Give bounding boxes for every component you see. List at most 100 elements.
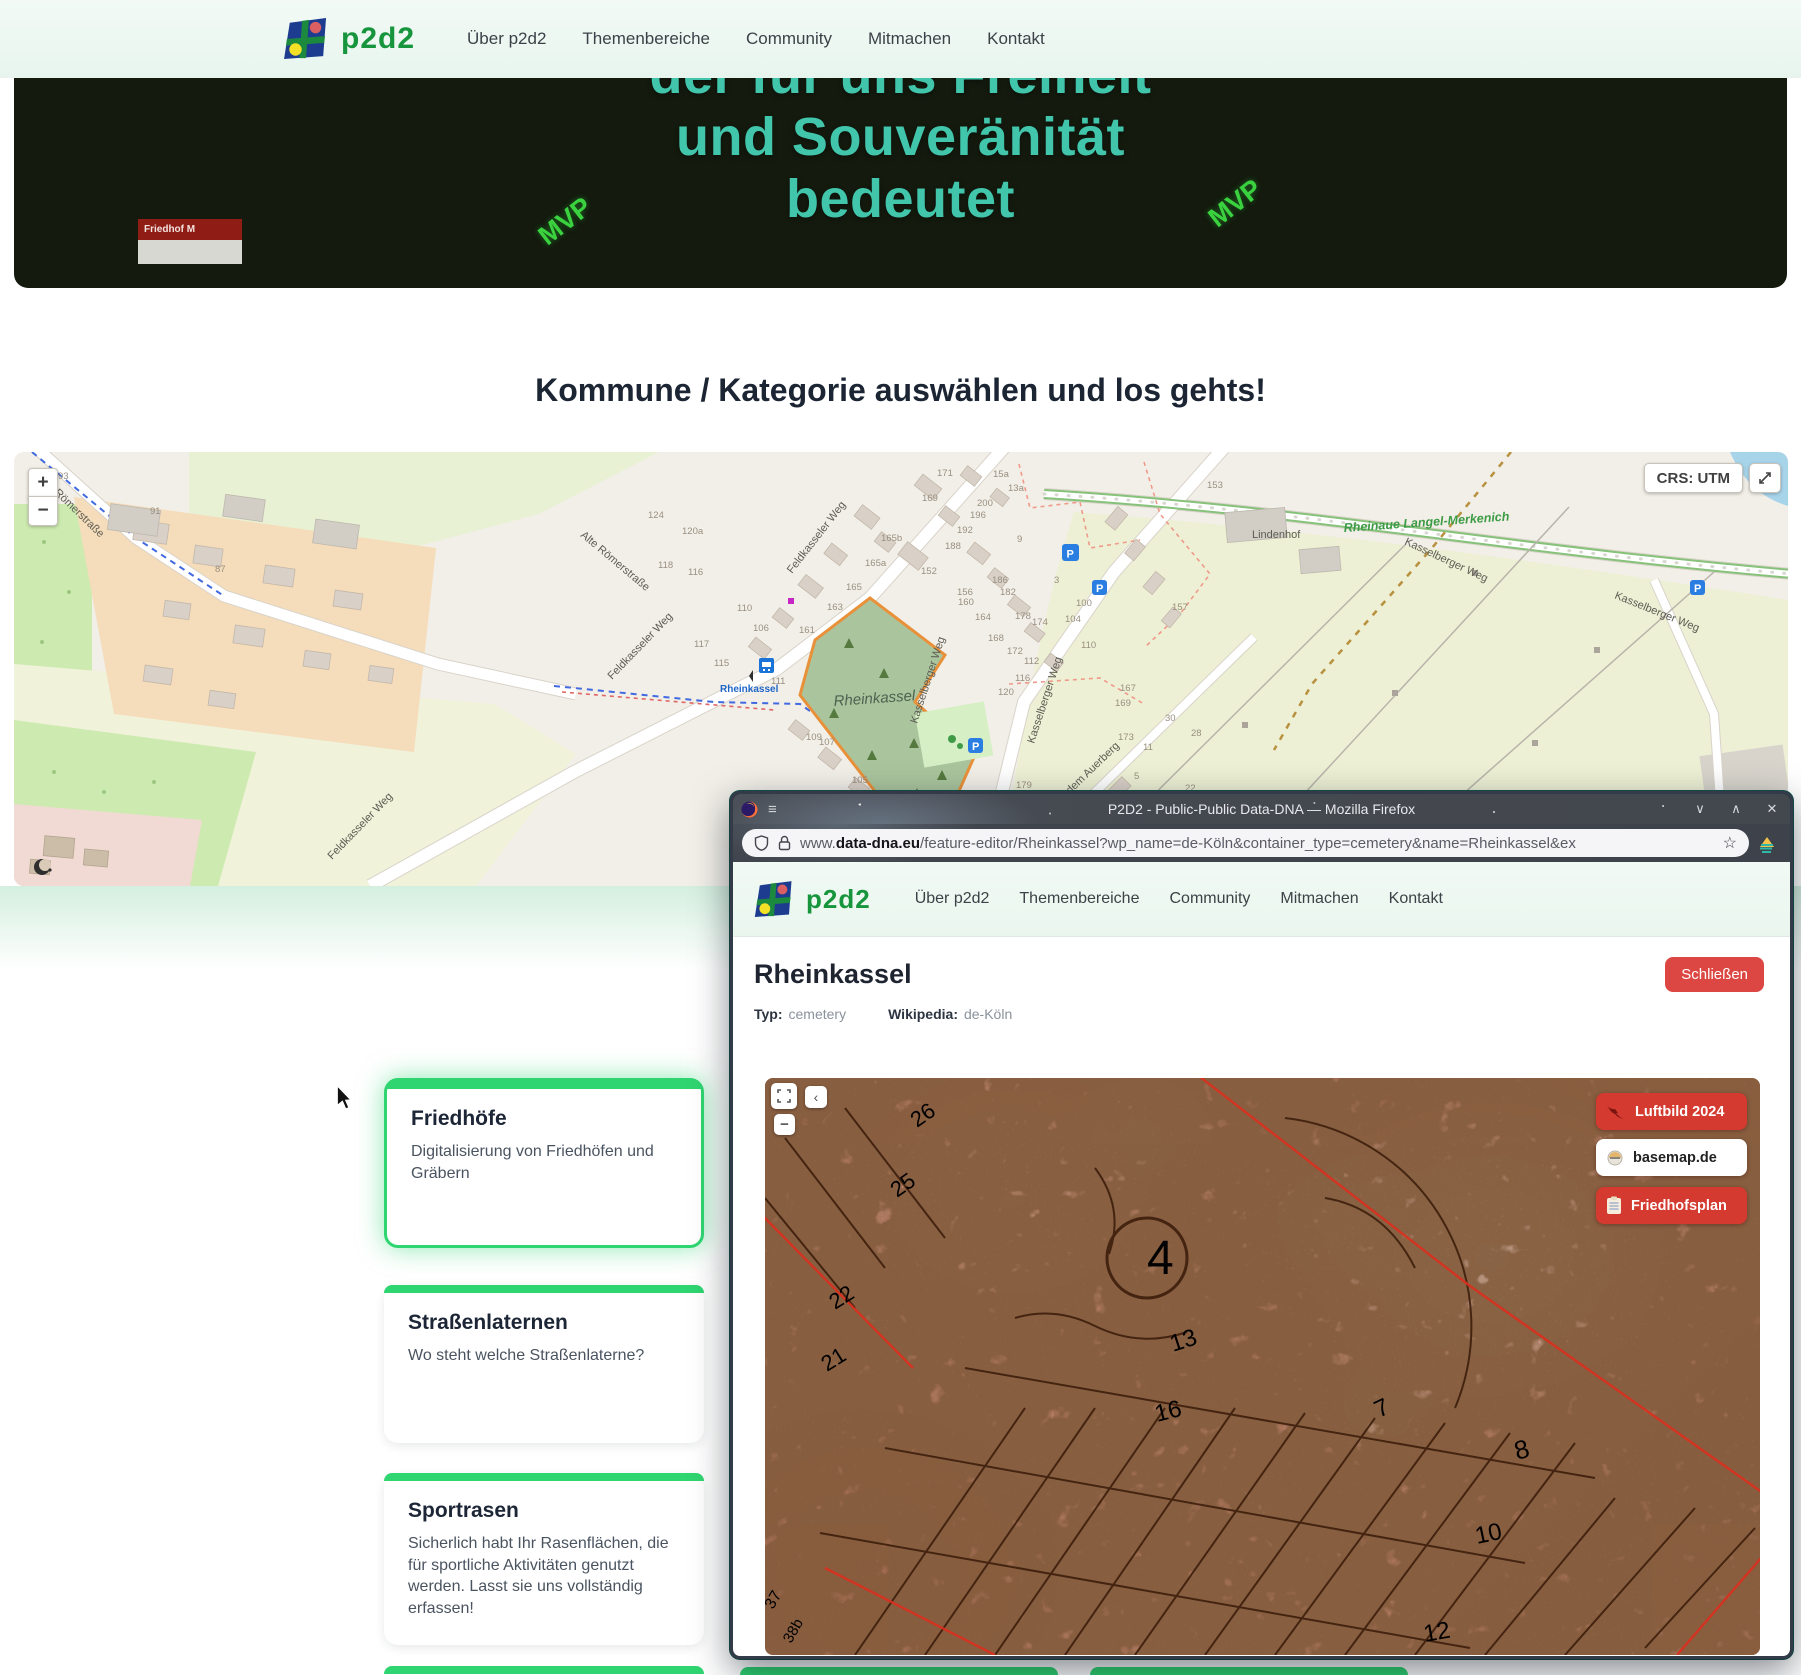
house-number: 112 bbox=[1024, 656, 1039, 667]
house-number: 165a bbox=[865, 558, 887, 569]
house-number: 15a bbox=[993, 469, 1010, 480]
card-description: Wo steht welche Straßenlaterne? bbox=[408, 1345, 680, 1367]
crs-button[interactable]: CRS: UTM bbox=[1644, 463, 1743, 493]
house-number: 124 bbox=[648, 510, 664, 521]
cemetery-sign-text: Friedhof M bbox=[138, 219, 242, 240]
layer-button-luftbild[interactable]: Luftbild 2024 bbox=[1596, 1093, 1747, 1130]
url-bar[interactable]: www.data-dna.eu/feature-editor/Rheinkass… bbox=[742, 829, 1749, 857]
house-number: 161 bbox=[799, 625, 815, 636]
feature-title: Rheinkassel bbox=[754, 959, 912, 990]
card-title: Friedhöfe bbox=[411, 1107, 677, 1131]
extension-icon[interactable] bbox=[1757, 831, 1781, 855]
p2d2-logo[interactable]: p2d2 bbox=[754, 881, 871, 918]
window-titlebar[interactable]: ≡ P2D2 - Public-Public Data-DNA — Mozill… bbox=[733, 794, 1790, 824]
house-number: 153 bbox=[1207, 480, 1223, 491]
feature-meta: Typ:cemetery Wikipedia:de-Köln bbox=[754, 1006, 1790, 1022]
nav-ueber-p2d2[interactable]: Über p2d2 bbox=[467, 29, 546, 49]
feature-editor-map[interactable]: 41316781012262522213738b − ‹ Luftbild 20… bbox=[765, 1078, 1760, 1655]
nav-themenbereiche[interactable]: Themenbereiche bbox=[1019, 890, 1139, 908]
parking-letter: P bbox=[972, 741, 979, 753]
card-friedhoefe[interactable]: Friedhöfe Digitalisierung von Friedhöfen… bbox=[384, 1078, 704, 1248]
house-number: 160 bbox=[958, 597, 974, 608]
nav-community[interactable]: Community bbox=[1169, 890, 1250, 908]
nav-themenbereiche[interactable]: Themenbereiche bbox=[582, 29, 710, 49]
nav-kontakt[interactable]: Kontakt bbox=[987, 29, 1045, 49]
layer-button-friedhofsplan[interactable]: Friedhofsplan bbox=[1596, 1187, 1747, 1224]
house-number: 91 bbox=[150, 506, 161, 517]
house-number: 100 bbox=[1076, 598, 1092, 609]
hero-line-1: der für uns Freiheit bbox=[14, 78, 1787, 106]
hero-banner: der für uns Freiheit und Souveränität be… bbox=[14, 78, 1787, 288]
parking-letter: P bbox=[1067, 549, 1074, 561]
minus-icon: − bbox=[37, 500, 48, 522]
p2d2-logo-icon bbox=[283, 18, 329, 60]
card-title: Sportrasen bbox=[408, 1499, 680, 1523]
nav-ueber-p2d2[interactable]: Über p2d2 bbox=[915, 890, 990, 908]
house-number: 178 bbox=[1015, 611, 1031, 622]
house-number: 28 bbox=[1191, 728, 1202, 739]
top-navbar: p2d2 Über p2d2 Themenbereiche Community … bbox=[0, 0, 1801, 78]
zoom-in-button[interactable]: + bbox=[28, 468, 58, 498]
site-nav-links: Über p2d2 Themenbereiche Community Mitma… bbox=[915, 890, 1443, 908]
house-number: 173 bbox=[1118, 732, 1134, 743]
house-number: 171 bbox=[937, 468, 953, 479]
nav-community[interactable]: Community bbox=[746, 29, 832, 49]
nav-mitmachen[interactable]: Mitmachen bbox=[1280, 890, 1358, 908]
house-number: 163 bbox=[827, 602, 843, 613]
brand-text[interactable]: p2d2 bbox=[806, 884, 871, 915]
collapse-panel-button[interactable]: ‹ bbox=[805, 1086, 827, 1108]
house-number: 169 bbox=[922, 493, 938, 504]
close-feature-button[interactable]: Schließen bbox=[1665, 957, 1764, 992]
house-number: 164 bbox=[975, 612, 991, 623]
shield-icon bbox=[754, 835, 769, 851]
house-number: 186 bbox=[992, 575, 1008, 586]
house-number: 192 bbox=[957, 525, 973, 536]
house-number: 93 bbox=[58, 471, 69, 482]
window-title: P2D2 - Public-Public Data-DNA — Mozilla … bbox=[733, 801, 1790, 817]
minimize-icon[interactable]: ∨ bbox=[1692, 801, 1708, 817]
fullscreen-button[interactable] bbox=[771, 1083, 797, 1109]
house-number: 116 bbox=[1015, 673, 1030, 684]
plus-icon: + bbox=[37, 472, 48, 494]
house-number: 13a bbox=[1008, 483, 1025, 494]
url-path: /feature-editor/Rheinkassel?wp_name=de-K… bbox=[920, 835, 1576, 852]
parking-letter: P bbox=[1096, 583, 1103, 595]
card-strassenlaternen[interactable]: Straßenlaternen Wo steht welche Straßenl… bbox=[384, 1285, 704, 1443]
nav-mitmachen[interactable]: Mitmachen bbox=[868, 29, 951, 49]
p2d2-logo[interactable]: p2d2 bbox=[283, 18, 415, 60]
house-number: 165b bbox=[881, 533, 902, 544]
url-www: www. bbox=[800, 835, 836, 852]
expand-map-button[interactable] bbox=[1749, 463, 1781, 493]
wikipedia-label: Wikipedia: bbox=[888, 1006, 958, 1022]
close-icon[interactable]: ✕ bbox=[1764, 801, 1780, 817]
house-number: 11 bbox=[1143, 742, 1153, 753]
firefox-window[interactable]: ≡ P2D2 - Public-Public Data-DNA — Mozill… bbox=[730, 791, 1793, 1659]
card-description: Digitalisierung von Friedhöfen und Gräbe… bbox=[411, 1141, 677, 1184]
house-number: 167 bbox=[1120, 683, 1136, 694]
layer-button-basemap[interactable]: basemap.de bbox=[1596, 1139, 1747, 1176]
site-navbar: p2d2 Über p2d2 Themenbereiche Community … bbox=[733, 862, 1790, 937]
bird-icon bbox=[1606, 1104, 1626, 1120]
bookmark-star-icon[interactable]: ☆ bbox=[1723, 833, 1737, 853]
card-peek[interactable] bbox=[384, 1666, 704, 1674]
house-number: 196 bbox=[970, 510, 986, 521]
page-title: Kommune / Kategorie auswählen und los ge… bbox=[0, 372, 1801, 409]
house-number: 179 bbox=[1016, 780, 1032, 791]
p2d2-logo-icon bbox=[754, 881, 794, 918]
map-zoom-out-button[interactable]: − bbox=[774, 1114, 795, 1135]
house-number: 117 bbox=[694, 639, 709, 650]
house-number: 87 bbox=[215, 564, 226, 575]
minus-icon: − bbox=[780, 1116, 789, 1133]
brand-text[interactable]: p2d2 bbox=[341, 22, 415, 56]
house-number: 152 bbox=[921, 566, 937, 577]
zoom-out-button[interactable]: − bbox=[28, 496, 58, 526]
browser-viewport: p2d2 Über p2d2 Themenbereiche Community … bbox=[733, 862, 1790, 1656]
card-sportrasen[interactable]: Sportrasen Sicherlich habt Ihr Rasenfläc… bbox=[384, 1473, 704, 1645]
house-number: 111 bbox=[771, 676, 785, 687]
maximize-icon[interactable]: ∧ bbox=[1728, 801, 1744, 817]
card-title: Straßenlaternen bbox=[408, 1311, 680, 1335]
layer-label: Luftbild 2024 bbox=[1635, 1104, 1724, 1120]
nav-kontakt[interactable]: Kontakt bbox=[1389, 890, 1443, 908]
house-number: 115 bbox=[714, 658, 729, 669]
house-number: 188 bbox=[945, 541, 961, 552]
